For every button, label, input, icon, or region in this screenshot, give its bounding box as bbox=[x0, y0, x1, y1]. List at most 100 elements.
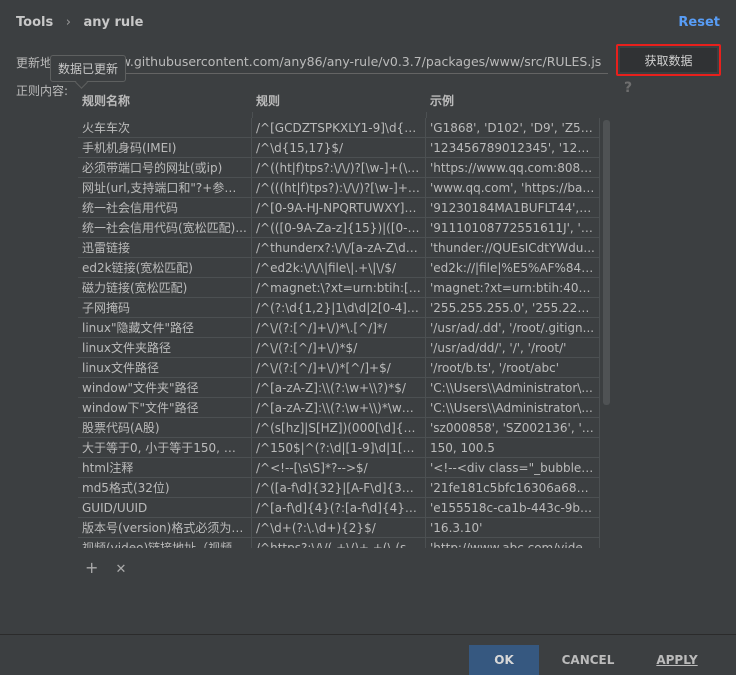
rule-name-cell[interactable]: 视频(video)链接地址（视频... bbox=[78, 538, 252, 548]
rule-example-cell[interactable]: '/usr/ad/dd/', '/', '/root/' bbox=[426, 338, 600, 357]
rule-name-cell[interactable]: linux文件夹路径 bbox=[78, 338, 252, 357]
rule-pattern-cell[interactable]: /^(s[hz]|S[HZ])(000[\d]{3}|0... bbox=[252, 418, 426, 437]
column-header-name[interactable]: 规则名称 bbox=[78, 90, 252, 112]
rule-pattern-cell[interactable]: /^[GCDZTSPKXLY1-9]\d{1,... bbox=[252, 118, 426, 137]
rule-pattern-cell[interactable]: /^https?:\/\/(.+\/)+.+(\.(sw... bbox=[252, 538, 426, 548]
rule-example-cell[interactable]: 150, 100.5 bbox=[426, 438, 600, 457]
rule-pattern-cell[interactable]: /^\d+(?:\.\d+){2}$/ bbox=[252, 518, 426, 537]
table-row[interactable]: 迅雷链接/^thunderx?:\/\/[a-zA-Z\d]...'thunde… bbox=[78, 238, 600, 258]
rule-example-cell[interactable]: 'http://www.abc.com/vide... bbox=[426, 538, 600, 548]
table-row[interactable]: 统一社会信用代码(宽松匹配).../^(([0-9A-Za-z]{15})|([… bbox=[78, 218, 600, 238]
table-row[interactable]: 磁力链接(宽松匹配)/^magnet:\?xt=urn:btih:[0-... '… bbox=[78, 278, 600, 298]
table-row[interactable]: 大于等于0, 小于等于150, 支.../^150$|^(?:\d|[1-9]\… bbox=[78, 438, 600, 458]
rule-name-cell[interactable]: md5格式(32位) bbox=[78, 478, 252, 497]
rule-name-cell[interactable]: 磁力链接(宽松匹配) bbox=[78, 278, 252, 297]
rule-name-cell[interactable]: 统一社会信用代码(宽松匹配)... bbox=[78, 218, 252, 237]
rule-pattern-cell[interactable]: /^\/(?:[^/]+\/)*[^/]+$/ bbox=[252, 358, 426, 377]
rule-pattern-cell[interactable]: /^[a-f\d]{4}(?:[a-f\d]{4}-){4}... bbox=[252, 498, 426, 517]
rule-pattern-cell[interactable]: /^([a-f\d]{32}|[A-F\d]{32})$/ bbox=[252, 478, 426, 497]
table-row[interactable]: md5格式(32位)/^([a-f\d]{32}|[A-F\d]{32})$/'… bbox=[78, 478, 600, 498]
reset-link[interactable]: Reset bbox=[678, 15, 720, 30]
table-row[interactable]: linux文件夹路径/^\/(?:[^/]+\/)*$/'/usr/ad/dd/… bbox=[78, 338, 600, 358]
rule-example-cell[interactable]: '/usr/ad/.dd', '/root/.gitign... bbox=[426, 318, 600, 337]
rule-pattern-cell[interactable]: /^(([0-9A-Za-z]{15})|([0-9A... bbox=[252, 218, 426, 237]
table-row[interactable]: 手机机身码(IMEI)/^\d{15,17}$/'123456789012345… bbox=[78, 138, 600, 158]
rule-pattern-cell[interactable]: /^\/(?:[^/]+\/)*\.[^/]*/ bbox=[252, 318, 426, 337]
rule-pattern-cell[interactable]: /^150$|^(?:\d|[1-9]\d|1[0-... bbox=[252, 438, 426, 457]
table-scrollbar[interactable] bbox=[603, 120, 610, 405]
rule-name-cell[interactable]: 手机机身码(IMEI) bbox=[78, 138, 252, 157]
remove-icon[interactable]: ✕ bbox=[116, 562, 127, 577]
rule-name-cell[interactable]: 必须带端口号的网址(或ip) bbox=[78, 158, 252, 177]
column-header-example[interactable]: 示例 bbox=[426, 90, 600, 112]
rule-name-cell[interactable]: ed2k链接(宽松匹配) bbox=[78, 258, 252, 277]
rule-name-cell[interactable]: 子网掩码 bbox=[78, 298, 252, 317]
table-row[interactable]: GUID/UUID/^[a-f\d]{4}(?:[a-f\d]{4}-){4}.… bbox=[78, 498, 600, 518]
table-row[interactable]: html注释/^<!--[\s\S]*?-->$/'<!--<div class… bbox=[78, 458, 600, 478]
add-icon[interactable]: + bbox=[85, 558, 98, 577]
rule-example-cell[interactable]: 'https://www.qq.com:8080'... bbox=[426, 158, 600, 177]
table-row[interactable]: ed2k链接(宽松匹配)/^ed2k:\/\/\|file\|.+\|\/$/'… bbox=[78, 258, 600, 278]
rule-name-cell[interactable]: window"文件夹"路径 bbox=[78, 378, 252, 397]
apply-button[interactable]: APPLY bbox=[652, 645, 702, 675]
rule-name-cell[interactable]: 统一社会信用代码 bbox=[78, 198, 252, 217]
rule-name-cell[interactable]: linux"隐藏文件"路径 bbox=[78, 318, 252, 337]
rule-pattern-cell[interactable]: /^[a-zA-Z]:\\(?:\w+\\?)*$/ bbox=[252, 378, 426, 397]
rule-example-cell[interactable]: 'G1868', 'D102', 'D9', 'Z5', '... bbox=[426, 118, 600, 137]
rule-name-cell[interactable]: 版本号(version)格式必须为X... bbox=[78, 518, 252, 537]
rule-pattern-cell[interactable]: /^\d{15,17}$/ bbox=[252, 138, 426, 157]
table-row[interactable]: window下"文件"路径/^[a-zA-Z]:\\(?:\w+\\)*\w+.… bbox=[78, 398, 600, 418]
rule-pattern-cell[interactable]: /^[0-9A-HJ-NPQRTUWXY]{... bbox=[252, 198, 426, 217]
rule-example-cell[interactable]: 'ed2k://|file|%E5%AF%84%... bbox=[426, 258, 600, 277]
ok-button[interactable]: OK bbox=[469, 645, 539, 675]
rule-pattern-cell[interactable]: /^ed2k:\/\/\|file\|.+\|\/$/ bbox=[252, 258, 426, 277]
rule-example-cell[interactable]: '<!--<div class="_bubble"... bbox=[426, 458, 600, 477]
rule-example-cell[interactable]: 'sz000858', 'SZ002136', 'sz... bbox=[426, 418, 600, 437]
rule-name-cell[interactable]: 迅雷链接 bbox=[78, 238, 252, 257]
table-row[interactable]: 版本号(version)格式必须为X.../^\d+(?:\.\d+){2}$/… bbox=[78, 518, 600, 538]
rule-example-cell[interactable]: '123456789012345', '1234... bbox=[426, 138, 600, 157]
table-row[interactable]: 火车车次/^[GCDZTSPKXLY1-9]\d{1,... 'G1868', '… bbox=[78, 118, 600, 138]
table-row[interactable]: 统一社会信用代码/^[0-9A-HJ-NPQRTUWXY]{... '912301… bbox=[78, 198, 600, 218]
rule-example-cell[interactable]: '91230184MA1BUFLT44', '... bbox=[426, 198, 600, 217]
cancel-button[interactable]: CANCEL bbox=[558, 645, 618, 675]
rule-name-cell[interactable]: 网址(url,支持端口和"?+参数"... bbox=[78, 178, 252, 197]
column-header-rule[interactable]: 规则 bbox=[252, 90, 426, 112]
rule-name-cell[interactable]: linux文件路径 bbox=[78, 358, 252, 377]
rule-example-cell[interactable]: '91110108772551611J', '91... bbox=[426, 218, 600, 237]
rule-name-cell[interactable]: GUID/UUID bbox=[78, 498, 252, 517]
rule-name-cell[interactable]: window下"文件"路径 bbox=[78, 398, 252, 417]
table-row[interactable]: 必须带端口号的网址(或ip)/^((ht|f)tps?:\/\/)?[\w-]+… bbox=[78, 158, 600, 178]
rule-pattern-cell[interactable]: /^\/(?:[^/]+\/)*$/ bbox=[252, 338, 426, 357]
table-row[interactable]: 股票代码(A股)/^(s[hz]|S[HZ])(000[\d]{3}|0... '… bbox=[78, 418, 600, 438]
rule-example-cell[interactable]: '255.255.255.0', '255.224.0.0' bbox=[426, 298, 600, 317]
fetch-data-button[interactable]: 获取数据 bbox=[616, 44, 721, 76]
rule-name-cell[interactable]: 股票代码(A股) bbox=[78, 418, 252, 437]
rule-name-cell[interactable]: 火车车次 bbox=[78, 118, 252, 137]
rule-pattern-cell[interactable]: /^magnet:\?xt=urn:btih:[0-... bbox=[252, 278, 426, 297]
rule-example-cell[interactable]: 'C:\\Users\\Administrator\... bbox=[426, 378, 600, 397]
rule-pattern-cell[interactable]: /^(?:\d{1,2}|1\d\d|2[0-4]\d|... bbox=[252, 298, 426, 317]
help-icon[interactable]: ? bbox=[624, 80, 632, 96]
table-row[interactable]: 网址(url,支持端口和"?+参数".../^(((ht|f)tps?):\/\… bbox=[78, 178, 600, 198]
breadcrumb-tools[interactable]: Tools bbox=[16, 15, 53, 30]
table-row[interactable]: 子网掩码/^(?:\d{1,2}|1\d\d|2[0-4]\d|... '255.… bbox=[78, 298, 600, 318]
rule-example-cell[interactable]: 'www.qq.com', 'https://bai... bbox=[426, 178, 600, 197]
rule-pattern-cell[interactable]: /^(((ht|f)tps?):\/\/)?[\w-]+(\... bbox=[252, 178, 426, 197]
rule-example-cell[interactable]: 'e155518c-ca1b-443c-9be... bbox=[426, 498, 600, 517]
rule-pattern-cell[interactable]: /^<!--[\s\S]*?-->$/ bbox=[252, 458, 426, 477]
rule-example-cell[interactable]: '21fe181c5bfc16306a6828... bbox=[426, 478, 600, 497]
rule-example-cell[interactable]: '/root/b.ts', '/root/abc' bbox=[426, 358, 600, 377]
rule-name-cell[interactable]: html注释 bbox=[78, 458, 252, 477]
rule-pattern-cell[interactable]: /^[a-zA-Z]:\\(?:\w+\\)*\w+... bbox=[252, 398, 426, 417]
rule-example-cell[interactable]: 'thunder://QUEsICdtYWdu... bbox=[426, 238, 600, 257]
rule-example-cell[interactable]: 'C:\\Users\\Administrator\... bbox=[426, 398, 600, 417]
table-row[interactable]: linux文件路径/^\/(?:[^/]+\/)*[^/]+$/'/root/b… bbox=[78, 358, 600, 378]
table-row[interactable]: linux"隐藏文件"路径/^\/(?:[^/]+\/)*\.[^/]*/'/u… bbox=[78, 318, 600, 338]
rule-pattern-cell[interactable]: /^thunderx?:\/\/[a-zA-Z\d]... bbox=[252, 238, 426, 257]
rule-pattern-cell[interactable]: /^((ht|f)tps?:\/\/)?[\w-]+(\.[... bbox=[252, 158, 426, 177]
update-url-input[interactable]: raw.githubusercontent.com/any86/any-rule… bbox=[108, 52, 608, 74]
rule-example-cell[interactable]: '16.3.10' bbox=[426, 518, 600, 537]
table-row[interactable]: 视频(video)链接地址（视频.../^https?:\/\/(.+\/)+.… bbox=[78, 538, 600, 548]
table-row[interactable]: window"文件夹"路径/^[a-zA-Z]:\\(?:\w+\\?)*$/'… bbox=[78, 378, 600, 398]
